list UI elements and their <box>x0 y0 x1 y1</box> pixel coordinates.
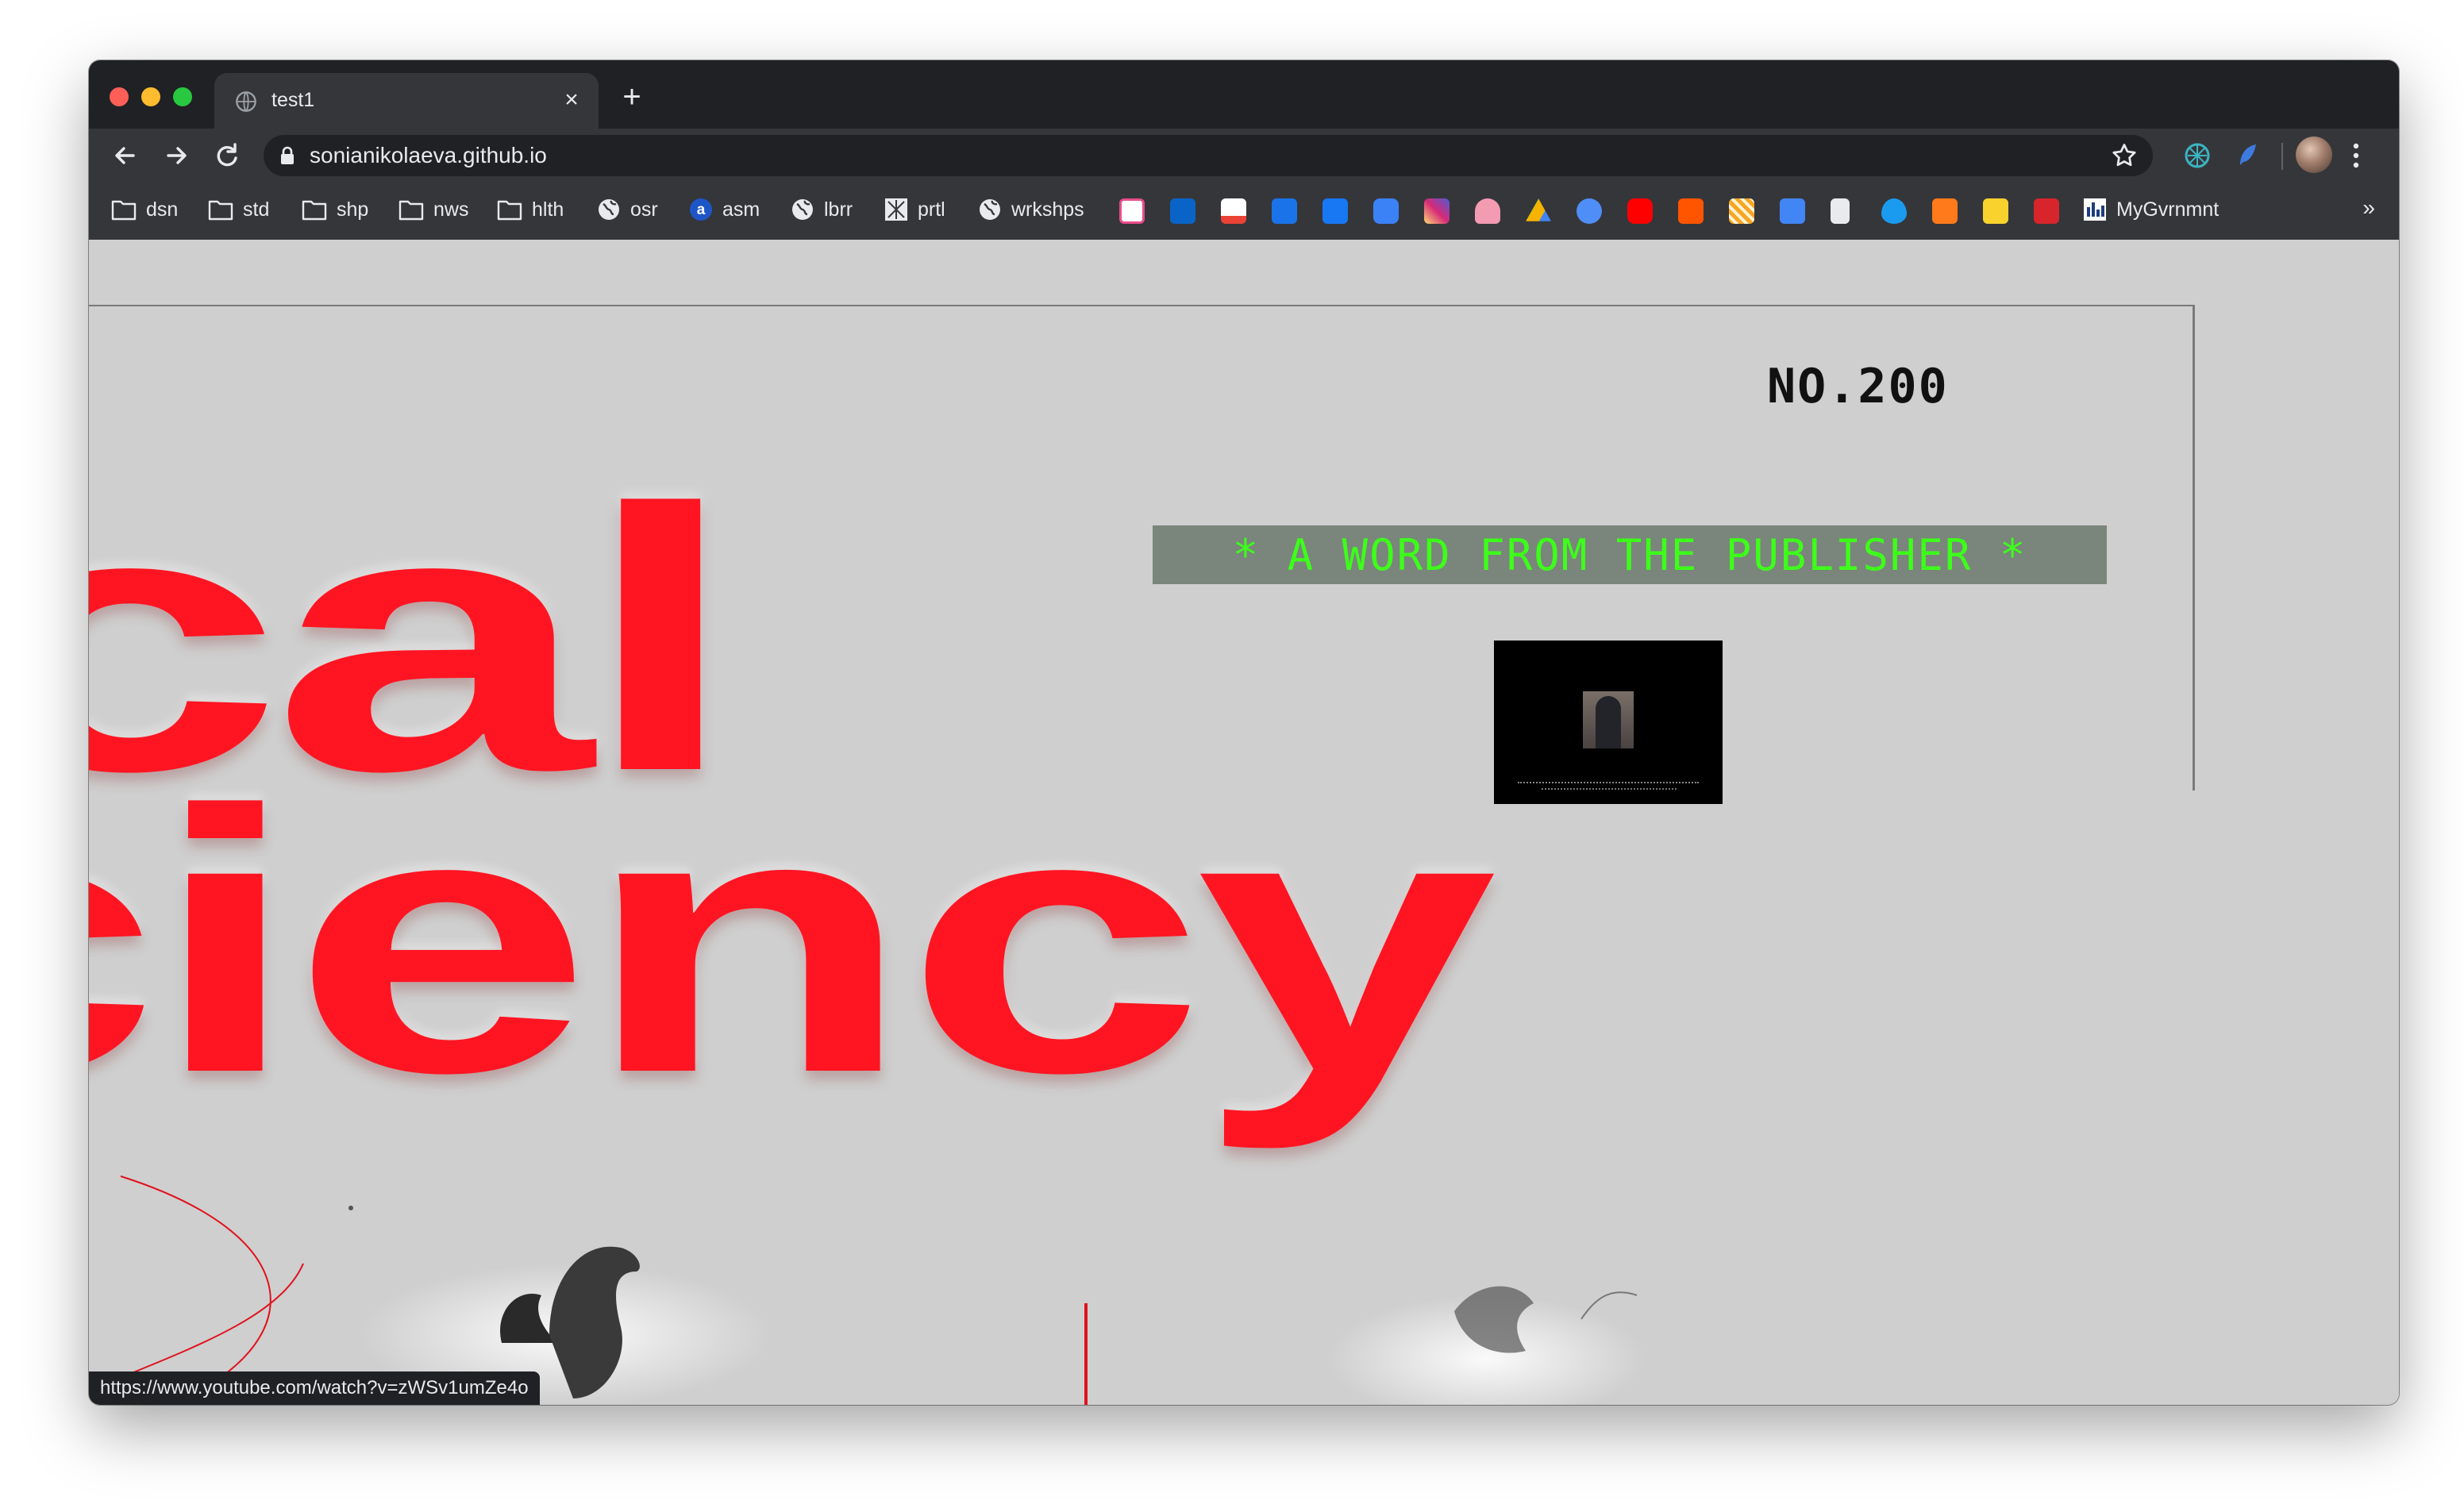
bookmark-wrkshps[interactable]: wrkshps <box>978 194 1084 225</box>
bookmarks-bar: dsn std shp nws hlth osr a asm lbrr prtl… <box>89 183 2399 240</box>
forward-arrow-icon[interactable] <box>157 137 195 175</box>
bookmark-label: lbrr <box>824 198 853 221</box>
toolbar: sonianikolaeva.github.io <box>89 129 2399 183</box>
scribble-icon[interactable] <box>1119 198 1145 224</box>
globe-icon <box>792 199 813 220</box>
bookmark-osr[interactable]: osr <box>597 194 658 225</box>
svg-text:a: a <box>697 202 706 218</box>
frame-border-top <box>89 305 2194 306</box>
bookmark-label: std <box>243 198 270 221</box>
bookmark-label: wrkshps <box>1011 198 1084 221</box>
window-close-button[interactable] <box>110 87 129 106</box>
bookmarks-overflow-chevron[interactable]: » <box>2362 195 2375 221</box>
folder-icon <box>302 200 327 221</box>
folder-icon <box>208 200 233 221</box>
video-thumbnail[interactable] <box>1494 641 1723 804</box>
bookmark-asm[interactable]: a asm <box>689 194 760 225</box>
tab-close-icon[interactable]: × <box>557 86 586 114</box>
folder-icon <box>111 200 137 221</box>
drive-icon[interactable] <box>1526 198 1551 221</box>
window-minimize-button[interactable] <box>141 87 160 106</box>
bookmark-label: dsn <box>146 198 179 221</box>
publisher-banner[interactable]: * A WORD FROM THE PUBLISHER * <box>1153 525 2107 584</box>
new-tab-button[interactable]: + <box>616 81 648 113</box>
planet-icon[interactable] <box>1577 198 1602 224</box>
bookmark-label: asm <box>722 198 760 221</box>
bookmark-folder-dsn[interactable]: dsn <box>111 194 178 225</box>
bookmark-folder-std[interactable]: std <box>208 194 269 225</box>
url-text: sonianikolaeva.github.io <box>310 143 547 167</box>
gmail-icon[interactable] <box>1221 198 1246 224</box>
folder-icon <box>497 200 522 221</box>
menu-kebab-icon[interactable] <box>2348 140 2364 171</box>
facebook-icon[interactable] <box>1322 198 1348 224</box>
globe-icon <box>980 199 1000 220</box>
tab-title: test1 <box>271 89 315 111</box>
video-caption-line <box>1542 788 1677 793</box>
chart-logo-icon <box>2084 198 2106 221</box>
shield-orange-icon[interactable] <box>1932 198 1958 224</box>
bookmark-folder-nws[interactable]: nws <box>398 194 468 225</box>
extension-feather-icon[interactable] <box>2232 140 2264 171</box>
instagram-icon[interactable] <box>1424 198 1450 224</box>
video-person-image <box>1583 691 1634 748</box>
bookmark-label: prtl <box>918 198 945 221</box>
globe-icon <box>236 91 256 112</box>
bookmark-label: shp <box>337 198 369 221</box>
lock-icon[interactable] <box>279 146 295 165</box>
tab-strip: test1 × + <box>89 60 2399 129</box>
reload-icon[interactable] <box>208 137 246 175</box>
address-bar[interactable]: sonianikolaeva.github.io <box>264 135 2153 176</box>
frame-border-right <box>2193 305 2195 791</box>
video-caption-line <box>1518 782 1699 787</box>
bookmark-label: nws <box>433 198 469 221</box>
window-maximize-button[interactable] <box>173 87 192 106</box>
red-vertical-line <box>1084 1303 1088 1405</box>
translate-icon[interactable] <box>1780 198 1805 224</box>
bookmark-label: hlth <box>532 198 564 221</box>
youtube-icon[interactable] <box>1627 198 1653 224</box>
bookmark-prtl[interactable]: prtl <box>884 194 945 225</box>
bookmark-lbrr[interactable]: lbrr <box>791 194 853 225</box>
bookmark-folder-shp[interactable]: shp <box>302 194 368 225</box>
back-arrow-icon[interactable] <box>106 137 144 175</box>
bookmark-star-icon[interactable] <box>2110 141 2139 170</box>
a-logo-icon: a <box>690 198 712 221</box>
knot-icon[interactable] <box>1983 198 2008 224</box>
bookmark-label: MyGvrnmnt <box>2116 198 2220 221</box>
bookmark-label: osr <box>630 198 658 221</box>
issue-number: NO.200 <box>1767 359 1949 414</box>
outlook-icon[interactable] <box>1170 198 1195 224</box>
publisher-banner-text: * A WORD FROM THE PUBLISHER * <box>1232 529 2027 580</box>
globe-icon <box>599 199 619 220</box>
status-bar-url: https://www.youtube.com/watch?v=zWSv1umZ… <box>89 1371 540 1405</box>
doc-icon[interactable] <box>1831 198 1850 224</box>
cloud-pink-icon[interactable] <box>1475 198 1500 224</box>
profile-avatar[interactable] <box>2296 137 2332 173</box>
web-page: cal ciency NO.200 * A WORD FROM THE PUBL… <box>89 240 2399 1405</box>
browser-window: test1 × + sonianikolaeva.github.io dsn s… <box>89 60 2399 1405</box>
tab-active[interactable]: test1 × <box>214 73 599 129</box>
toolbar-separator <box>2281 143 2283 170</box>
portal-icon <box>885 198 907 221</box>
dn-icon[interactable] <box>2034 198 2059 224</box>
chat-icon[interactable] <box>1373 198 1399 224</box>
folder-icon <box>398 200 424 221</box>
decorative-illustration <box>89 1175 1645 1405</box>
mail-icon[interactable] <box>1272 198 1297 224</box>
drop-icon[interactable] <box>1881 198 1907 224</box>
bookmark-mygvrnmnt[interactable]: MyGvrnmnt <box>2083 194 2219 225</box>
bookmark-folder-hlth[interactable]: hlth <box>497 194 564 225</box>
soundcloud-icon[interactable] <box>1678 198 1704 224</box>
stripes-icon[interactable] <box>1729 198 1754 224</box>
extension-geo-icon[interactable] <box>2181 140 2213 171</box>
